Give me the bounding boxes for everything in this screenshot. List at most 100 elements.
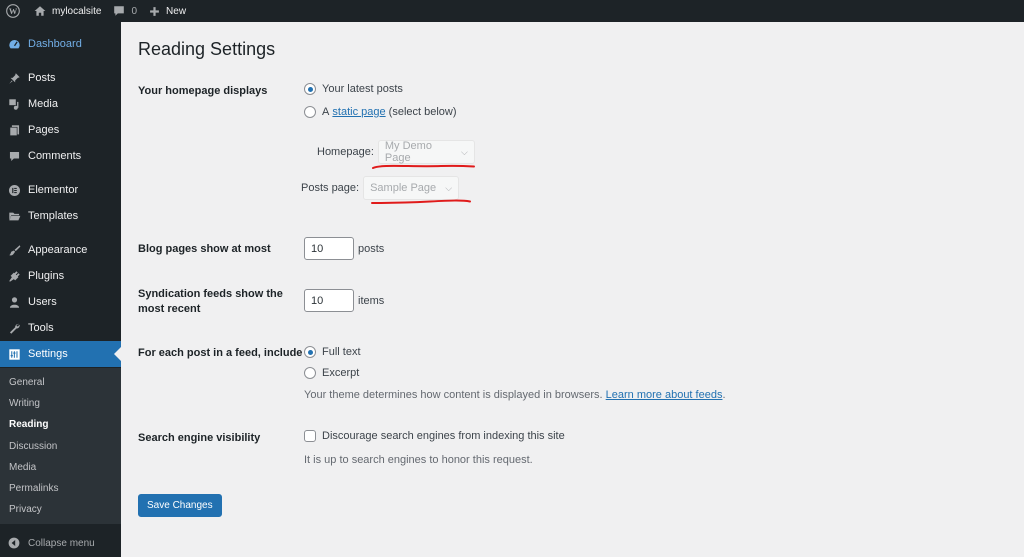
homepage-displays-label: Your homepage displays: [138, 85, 268, 97]
site-name-link[interactable]: mylocalsite: [28, 0, 107, 22]
radio-static-prefix: A: [322, 106, 330, 118]
sidebar-item-label: Appearance: [28, 244, 88, 256]
user-icon: [7, 295, 21, 309]
save-changes-button[interactable]: Save Changes: [138, 494, 222, 517]
sidebar-item-label: Comments: [28, 150, 82, 162]
posts-page-select-label: Posts page:: [301, 182, 360, 194]
feed-description: Your theme determines how content is dis…: [304, 389, 726, 401]
sidebar-item-comments[interactable]: Comments: [0, 143, 121, 169]
main-content: Reading Settings Your homepage displays …: [121, 22, 1024, 557]
admin-sidebar: Dashboard Posts Media Pages Comments Ele…: [0, 22, 121, 557]
submenu-item-discussion[interactable]: Discussion: [0, 436, 121, 457]
blog-pages-row: 10 posts: [304, 237, 384, 260]
radio-full-text-label: Full text: [322, 346, 361, 358]
submenu-item-media[interactable]: Media: [0, 457, 121, 478]
collapse-menu-label: Collapse menu: [28, 537, 95, 549]
radio-excerpt-input[interactable]: [304, 367, 316, 379]
pages-icon: [7, 123, 21, 137]
media-icon: [7, 97, 21, 111]
sidebar-item-media[interactable]: Media: [0, 91, 121, 117]
svg-text:W: W: [9, 7, 18, 16]
new-content-button[interactable]: New: [143, 0, 192, 22]
feed-include-label: For each post in a feed, include: [138, 347, 303, 359]
comments-link[interactable]: 0: [107, 0, 143, 22]
radio-full-text[interactable]: Full text: [304, 346, 361, 358]
sidebar-item-label: Media: [28, 98, 58, 110]
radio-static-suffix: (select below): [388, 106, 457, 118]
chevron-down-icon: ⌵: [461, 146, 468, 157]
sidebar-item-label: Templates: [28, 210, 79, 222]
collapse-arrow-icon: [8, 537, 20, 549]
sidebar-item-users[interactable]: Users: [0, 289, 121, 315]
sidebar-item-label: Pages: [28, 124, 60, 136]
sidebar-item-appearance[interactable]: Appearance: [0, 237, 121, 263]
posts-page-select[interactable]: Sample Page ⌵: [363, 176, 460, 200]
comment-icon: [114, 6, 125, 16]
new-label: New: [166, 5, 187, 17]
homepage-select[interactable]: My Demo Page ⌵: [377, 140, 475, 164]
sidebar-item-settings[interactable]: Settings: [0, 341, 121, 367]
elementor-icon: [7, 183, 21, 197]
homepage-select-label: Homepage:: [317, 146, 374, 158]
radio-latest-posts-input[interactable]: [304, 83, 316, 95]
discourage-search-checkbox[interactable]: [304, 430, 316, 442]
sidebar-item-label: Dashboard: [28, 38, 82, 50]
homepage-select-row: Homepage: My Demo Page ⌵: [317, 140, 475, 164]
blog-pages-input[interactable]: 10: [304, 237, 354, 260]
syndication-input[interactable]: 10: [304, 289, 354, 312]
sidebar-item-dashboard[interactable]: Dashboard: [0, 31, 121, 57]
plugin-icon: [7, 269, 21, 283]
posts-page-select-value: Sample Page: [370, 182, 437, 194]
collapse-menu-button[interactable]: Collapse menu: [0, 529, 121, 557]
submenu-item-privacy[interactable]: Privacy: [0, 499, 121, 520]
sidebar-item-label: Elementor: [28, 184, 79, 196]
settings-submenu: General Writing Reading Discussion Media…: [0, 368, 121, 524]
search-visibility-description: It is up to search engines to honor this…: [304, 454, 533, 466]
comment-icon: [7, 149, 21, 163]
search-visibility-label: Search engine visibility: [138, 432, 261, 444]
sidebar-item-elementor[interactable]: Elementor: [0, 177, 121, 203]
chevron-down-icon: ⌵: [445, 182, 453, 193]
wp-logo-button[interactable]: W: [0, 0, 28, 22]
sidebar-item-plugins[interactable]: Plugins: [0, 263, 121, 289]
radio-static-page-input[interactable]: [304, 106, 316, 118]
blog-pages-label: Blog pages show at most: [138, 243, 271, 255]
wrench-icon: [7, 321, 21, 335]
paintbrush-icon: [7, 243, 21, 257]
discourage-search-row[interactable]: Discourage search engines from indexing …: [304, 430, 565, 442]
sidebar-item-label: Tools: [28, 322, 54, 334]
feed-description-text: Your theme determines how content is dis…: [304, 389, 603, 401]
submenu-item-reading[interactable]: Reading: [0, 414, 121, 435]
sidebar-item-label: Posts: [28, 72, 56, 84]
plus-icon: [150, 6, 159, 16]
submenu-item-permalinks[interactable]: Permalinks: [0, 478, 121, 499]
settings-icon: [7, 347, 21, 361]
syndication-label: Syndication feeds show the most recent: [138, 288, 283, 315]
page-title: Reading Settings: [138, 39, 276, 59]
syndication-unit: items: [358, 294, 385, 307]
radio-full-text-input[interactable]: [304, 346, 316, 358]
syndication-row: 10 items: [304, 289, 384, 312]
sidebar-item-tools[interactable]: Tools: [0, 315, 121, 341]
sidebar-item-pages[interactable]: Pages: [0, 117, 121, 143]
sidebar-item-posts[interactable]: Posts: [0, 65, 121, 91]
comments-count: 0: [131, 5, 138, 17]
static-page-link[interactable]: static page: [332, 106, 385, 118]
site-name: mylocalsite: [52, 5, 102, 17]
radio-static-page[interactable]: A static page (select below): [304, 106, 457, 118]
learn-more-feeds-link[interactable]: Learn more about feeds: [606, 389, 723, 401]
radio-excerpt[interactable]: Excerpt: [304, 367, 359, 379]
radio-latest-posts-label: Your latest posts: [322, 83, 403, 95]
red-annotation-underline: [372, 164, 475, 169]
radio-latest-posts[interactable]: Your latest posts: [304, 83, 403, 95]
folder-icon: [7, 209, 21, 223]
home-icon: [34, 6, 46, 16]
submenu-item-general[interactable]: General: [0, 372, 121, 393]
sidebar-item-templates[interactable]: Templates: [0, 203, 121, 229]
feed-description-suffix: .: [722, 389, 726, 401]
sidebar-item-label: Users: [28, 296, 57, 308]
posts-page-select-row: Posts page: Sample Page ⌵: [301, 176, 460, 200]
homepage-select-value: My Demo Page: [384, 140, 432, 164]
sidebar-item-label: Settings: [28, 348, 68, 360]
submenu-item-writing[interactable]: Writing: [0, 393, 121, 414]
